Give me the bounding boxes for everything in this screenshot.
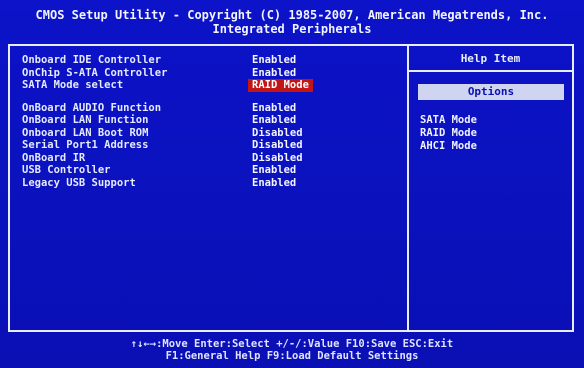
setting-value[interactable]: Disabled	[252, 127, 303, 140]
setting-value[interactable]: Enabled	[252, 177, 296, 190]
help-option: RAID Mode	[420, 127, 477, 139]
setting-value[interactable]: Disabled	[252, 139, 303, 152]
setting-label: Legacy USB Support	[22, 176, 136, 189]
setting-label: Serial Port1 Address	[22, 139, 149, 151]
key-legend: ↑↓←→:Move Enter:Select +/-/:Value F10:Sa…	[0, 338, 584, 362]
setting-row-sata-mode[interactable]: SATA Mode select RAID Mode	[22, 79, 402, 92]
title-page: Integrated Peripherals	[212, 22, 372, 36]
help-option: AHCI Mode	[420, 140, 477, 152]
settings-list: Onboard IDE Controller Enabled OnChip S-…	[22, 54, 402, 189]
help-option: SATA Mode	[420, 114, 477, 126]
key-legend-line2: F1:General Help F9:Load Default Settings	[165, 350, 419, 362]
setting-value-selected[interactable]: RAID Mode	[248, 79, 313, 92]
setting-label: OnBoard AUDIO Function	[22, 101, 162, 114]
bios-title: CMOS Setup Utility - Copyright (C) 1985-…	[0, 8, 584, 36]
setting-value[interactable]: Enabled	[252, 54, 296, 67]
panel-divider	[407, 44, 409, 332]
setting-value[interactable]: Enabled	[252, 67, 296, 80]
setting-value[interactable]: Enabled	[252, 102, 296, 115]
setting-row-usb-controller[interactable]: USB Controller Enabled	[22, 164, 402, 177]
options-label: Options	[418, 84, 564, 100]
setting-row-onchip-sata[interactable]: OnChip S-ATA Controller Enabled	[22, 67, 402, 80]
setting-label: Onboard IDE Controller	[22, 54, 162, 66]
setting-row-onboard-ide[interactable]: Onboard IDE Controller Enabled	[22, 54, 402, 67]
setting-label: OnBoard LAN Function	[22, 114, 149, 126]
key-legend-line1: ↑↓←→:Move Enter:Select +/-/:Value F10:Sa…	[130, 338, 454, 350]
help-item-heading: Help Item	[409, 46, 572, 72]
setting-value[interactable]: Enabled	[252, 164, 296, 177]
setting-label: OnChip S-ATA Controller	[22, 66, 168, 79]
setting-value[interactable]: Enabled	[252, 114, 296, 127]
setting-row-legacy-usb[interactable]: Legacy USB Support Enabled	[22, 177, 402, 190]
title-copyright: CMOS Setup Utility - Copyright (C) 1985-…	[35, 8, 549, 22]
setting-label: OnBoard IR	[22, 151, 86, 164]
setting-label: USB Controller	[22, 164, 111, 176]
setting-row-lan-boot-rom[interactable]: Onboard LAN Boot ROM Disabled	[22, 127, 402, 140]
help-options-list: SATA Mode RAID Mode AHCI Mode	[420, 114, 477, 153]
setting-row-serial-port[interactable]: Serial Port1 Address Disabled	[22, 139, 402, 152]
bios-screen: CMOS Setup Utility - Copyright (C) 1985-…	[0, 0, 584, 368]
setting-row-audio[interactable]: OnBoard AUDIO Function Enabled	[22, 102, 402, 115]
setting-value[interactable]: Disabled	[252, 152, 303, 165]
setting-label: Onboard LAN Boot ROM	[22, 126, 149, 139]
setting-row-lan[interactable]: OnBoard LAN Function Enabled	[22, 114, 402, 127]
setting-label: SATA Mode select	[22, 79, 124, 91]
setting-row-ir[interactable]: OnBoard IR Disabled	[22, 152, 402, 165]
